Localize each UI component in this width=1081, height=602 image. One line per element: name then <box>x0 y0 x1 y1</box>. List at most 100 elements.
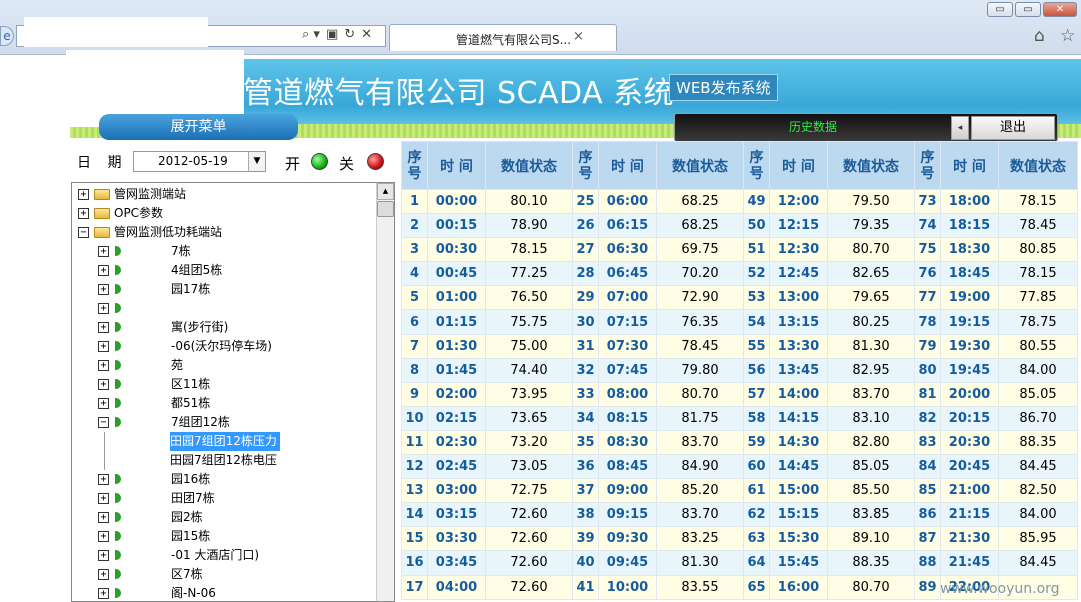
expand-icon[interactable]: + <box>98 531 109 542</box>
tree-node-label[interactable]: 田园7组团12栋电压 <box>170 451 277 470</box>
collapse-icon[interactable]: − <box>98 417 109 428</box>
tree-node[interactable]: 田园7组团12栋压力 <box>72 432 372 451</box>
expand-icon[interactable]: + <box>98 303 109 314</box>
tab-close-icon[interactable]: × <box>573 29 584 44</box>
value-cell: 82.50 <box>998 478 1078 504</box>
seq-cell: 52 <box>743 261 770 287</box>
tree-node[interactable]: + 园2栋 <box>72 508 372 527</box>
compat-view-icon[interactable]: ▣ <box>326 27 338 42</box>
stop-icon[interactable]: ✕ <box>361 27 372 42</box>
tree-node-label[interactable]: 都51栋 <box>171 394 210 413</box>
tree-node-label[interactable]: -06(沃尔玛停车场) <box>171 337 272 356</box>
seq-cell: 85 <box>914 478 941 504</box>
expand-icon[interactable]: + <box>98 493 109 504</box>
value-cell: 83.70 <box>656 502 744 528</box>
tree-node-label[interactable]: 管网监测低功耗端站 <box>114 223 222 242</box>
expand-icon[interactable]: + <box>98 246 109 257</box>
browser-tab[interactable]: 管道燃气有限公司S... × <box>389 24 617 51</box>
tree-node[interactable]: + 区7栋 <box>72 565 372 584</box>
time-cell: 20:00 <box>940 381 999 407</box>
expand-icon[interactable]: + <box>98 512 109 523</box>
expand-icon[interactable]: + <box>98 569 109 580</box>
tree-node[interactable]: + 寓(步行街) <box>72 318 372 337</box>
date-select[interactable]: 2012-05-19 ▼ <box>133 151 266 172</box>
scroll-up-icon[interactable]: ▲ <box>377 183 394 200</box>
tree-node-label[interactable]: 园15栋 <box>171 527 210 546</box>
tree-node-label[interactable]: 田团7栋 <box>171 489 215 508</box>
seq-cell: 8 <box>401 357 428 383</box>
home-icon[interactable]: ⌂ <box>1034 26 1045 46</box>
expand-icon[interactable]: + <box>98 265 109 276</box>
expand-icon[interactable]: + <box>98 284 109 295</box>
tree-node-label[interactable]: -01 大酒店门口) <box>171 546 259 565</box>
tree-node[interactable]: + -06(沃尔玛停车场) <box>72 337 372 356</box>
expand-menu-button[interactable]: 展开菜单 <box>99 114 298 140</box>
expand-icon[interactable]: + <box>98 398 109 409</box>
tree-node[interactable]: 田园7组团12栋电压 <box>72 451 372 470</box>
station-tree[interactable]: + 管网监测端站 + OPC参数 − 管网监测低功耗端站 +7栋 +4组团5栋 + 园17栋 + + 寓… <box>71 182 395 602</box>
table-row: 15 03:30 72.60 39 09:30 83.25 63 15:30 89.10 87 21… <box>401 526 1078 552</box>
tree-node[interactable]: + 苑 <box>72 356 372 375</box>
tree-node-label[interactable]: 阁-N-06 <box>171 584 216 601</box>
tree-node[interactable]: − 7组团12栋 <box>72 413 372 432</box>
tree-node[interactable]: + 园16栋 <box>72 470 372 489</box>
tree-node[interactable]: + 都51栋 <box>72 394 372 413</box>
expand-icon[interactable]: + <box>78 189 89 200</box>
logout-button[interactable]: 退出 <box>971 116 1055 140</box>
expand-icon[interactable]: + <box>98 360 109 371</box>
tree-node-label[interactable]: 区11栋 <box>171 375 210 394</box>
favorites-icon[interactable]: ☆ <box>1060 26 1075 46</box>
time-cell: 18:45 <box>940 261 999 287</box>
expand-icon[interactable]: + <box>98 474 109 485</box>
expand-icon[interactable]: + <box>98 550 109 561</box>
seq-cell: 38 <box>572 502 599 528</box>
tree-node[interactable]: + 园17栋 <box>72 280 372 299</box>
tree-node-label[interactable]: 管网监测端站 <box>114 185 186 204</box>
expand-icon[interactable]: + <box>98 588 109 599</box>
tree-node-label[interactable]: 田园7组团12栋压力 <box>170 432 280 451</box>
tree-node[interactable]: +4组团5栋 <box>72 261 372 280</box>
tree-node-label[interactable]: 苑 <box>171 356 183 375</box>
tree-node[interactable]: + 阁-N-06 <box>72 584 372 601</box>
time-cell: 07:00 <box>598 285 657 311</box>
refresh-icon[interactable]: ↻ <box>344 27 355 42</box>
tree-node[interactable]: − 管网监测低功耗端站 <box>72 223 372 242</box>
value-cell: 80.70 <box>827 574 915 600</box>
tree-node-label[interactable]: 园16栋 <box>171 470 210 489</box>
collapse-icon[interactable]: − <box>78 227 89 238</box>
tree-node-label[interactable]: 7组团12栋 <box>171 413 230 432</box>
tree-node[interactable]: +7栋 <box>72 242 372 261</box>
tree-node[interactable]: + 园15栋 <box>72 527 372 546</box>
tree-node-label[interactable]: 园2栋 <box>171 508 203 527</box>
history-bar: 历史数据 ◂ 退出 <box>674 113 1058 142</box>
tree-node-label[interactable]: 4组团5栋 <box>171 261 222 280</box>
tree-node[interactable]: + -01 大酒店门口) <box>72 546 372 565</box>
tree-node-label[interactable]: 寓(步行街) <box>171 318 228 337</box>
tree-node-label[interactable]: 园17栋 <box>171 280 210 299</box>
expand-icon[interactable]: + <box>98 341 109 352</box>
minimize-button[interactable]: ▭ <box>987 2 1013 17</box>
expand-icon[interactable]: + <box>98 322 109 333</box>
time-cell: 02:00 <box>427 381 486 407</box>
arrow-left-icon[interactable]: ◂ <box>951 116 969 140</box>
expand-icon[interactable]: + <box>78 208 89 219</box>
dropdown-arrow-icon[interactable]: ▼ <box>248 152 265 171</box>
tree-node[interactable]: + 田团7栋 <box>72 489 372 508</box>
time-cell: 21:45 <box>940 550 999 576</box>
tree-node[interactable]: + 区11栋 <box>72 375 372 394</box>
tree-node[interactable]: + OPC参数 <box>72 204 372 223</box>
tree-scrollbar[interactable]: ▲ <box>376 183 394 601</box>
scroll-thumb[interactable] <box>377 201 394 217</box>
seq-cell: 64 <box>743 550 770 576</box>
close-window-button[interactable]: ✕ <box>1043 2 1077 17</box>
tree-node-label[interactable]: OPC参数 <box>114 204 163 223</box>
expand-icon[interactable]: + <box>98 379 109 390</box>
search-icon[interactable]: ⌕ ▾ <box>302 27 320 42</box>
time-cell: 20:30 <box>940 429 999 456</box>
tree-node-label[interactable]: 7栋 <box>171 242 191 261</box>
tree-node[interactable]: + <box>72 299 372 318</box>
table-body: 1 00:00 80.10 25 06:00 68.25 49 12:00 79.50 73 18:… <box>401 188 1078 600</box>
tree-node[interactable]: + 管网监测端站 <box>72 185 372 204</box>
tree-node-label[interactable]: 区7栋 <box>171 565 203 584</box>
maximize-button[interactable]: ▭ <box>1015 2 1041 17</box>
